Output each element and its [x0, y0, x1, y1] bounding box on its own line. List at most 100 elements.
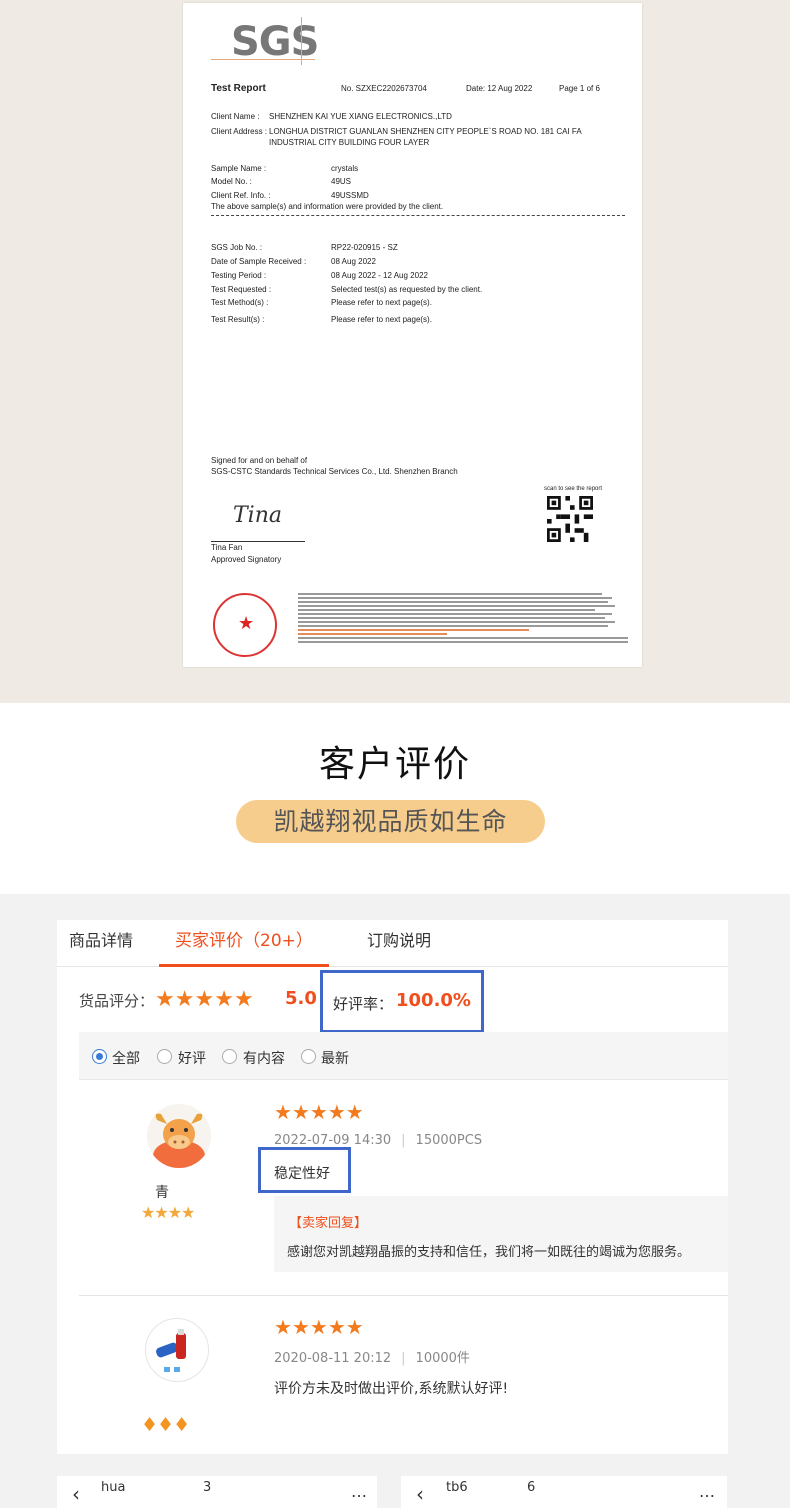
crown-star-icon: ★ [141, 1203, 155, 1222]
period-value: 08 Aug 2022 - 12 Aug 2022 [331, 271, 428, 280]
chat-name-suffix: 6 [527, 1480, 536, 1495]
job-no-value: RP22-020915 - SZ [331, 243, 398, 252]
bull-avatar-icon [153, 1113, 205, 1168]
rating-label: 货品评分： [79, 992, 155, 1010]
signature-line [211, 541, 305, 542]
seller-reply: 【卖家回复】 感谢您对凯越翔晶振的支持和信任，我们将一如既往的竭诚为您服务。 [274, 1196, 728, 1272]
requested-label: Test Requested : [211, 285, 272, 294]
tab-order-notes[interactable]: 订购说明 [367, 920, 431, 967]
review-stars: ★ ★ ★ ★ ★ [274, 1315, 364, 1339]
review-date: 2022-07-09 14:30 [274, 1133, 392, 1148]
chat-name: hua [101, 1480, 126, 1495]
star-icon: ★ [345, 1100, 364, 1124]
method-label: Test Method(s) : [211, 298, 269, 307]
sample-name-label: Sample Name : [211, 164, 267, 173]
filter-latest-label[interactable]: 最新 [321, 1048, 349, 1068]
star-icon: ★ [214, 987, 234, 1012]
chat-card[interactable]: ‹ hua 3 … [57, 1476, 377, 1508]
provided-note: The above sample(s) and information were… [211, 202, 444, 211]
filter-content-label[interactable]: 有内容 [243, 1048, 285, 1068]
qr-caption: scan to see the report [544, 486, 603, 492]
filter-content-radio[interactable] [222, 1049, 237, 1064]
model-label: Model No. : [211, 177, 252, 186]
more-icon[interactable]: … [351, 1482, 367, 1501]
star-icon: ★ [327, 1315, 346, 1339]
star-icon: ★ [345, 1315, 364, 1339]
product-avatar-icon [156, 1329, 186, 1372]
review-meta: 2020-08-11 20:12 | 10000件 [274, 1351, 470, 1366]
seller-reply-title: 【卖家回复】 [289, 1216, 368, 1231]
client-address-line2: INDUSTRIAL CITY BUILDING FOUR LAYER [269, 138, 430, 147]
tab-product-details[interactable]: 商品详情 [69, 920, 133, 967]
buyer-level-badges: ♦♦♦ [141, 1414, 190, 1436]
sample-name: crystals [331, 164, 359, 173]
review-username: 青 [155, 1185, 169, 1201]
review-divider [79, 1295, 728, 1296]
star-icon: ★ [274, 1100, 292, 1124]
avatar[interactable] [145, 1318, 209, 1382]
filter-good-radio[interactable] [157, 1049, 172, 1064]
crown-star-icon: ★ [154, 1203, 168, 1222]
avatar[interactable] [147, 1104, 211, 1168]
client-ref-label: Client Ref. Info. : [211, 191, 271, 200]
diamond-icon: ♦ [141, 1414, 158, 1436]
received-value: 08 Aug 2022 [331, 257, 376, 266]
star-icon: ★ [309, 1100, 328, 1124]
dashed-separator [211, 215, 625, 216]
crown-star-icon: ★ [167, 1203, 182, 1222]
star-icon: ★ [155, 987, 175, 1012]
filter-all-label[interactable]: 全部 [112, 1048, 140, 1068]
more-icon[interactable]: … [699, 1482, 715, 1501]
rating-score: 5.0 [285, 988, 317, 1009]
requested-value: Selected test(s) as requested by the cli… [331, 285, 483, 294]
star-icon: ★ [174, 987, 195, 1012]
logo-rule-vertical [301, 17, 302, 65]
qr-code-icon [547, 496, 593, 542]
method-value: Please refer to next page(s). [331, 298, 432, 307]
back-arrow-icon[interactable]: ‹ [416, 1482, 424, 1506]
company-seal: ★ [213, 593, 277, 657]
client-address-label: Client Address : [211, 127, 268, 136]
section-title: 客户评价 [318, 744, 471, 785]
report-title: Test Report [211, 83, 266, 94]
client-ref-value: 49USSMD [331, 191, 369, 200]
report-number: No. SZXEC2202673704 [341, 84, 427, 93]
good-rate-label: 好评率： [333, 995, 394, 1013]
good-rate-value: 100.0% [396, 990, 471, 1011]
logo-rule [211, 59, 315, 60]
period-label: Testing Period : [211, 271, 267, 280]
fine-print-block [298, 593, 628, 663]
review-stars: ★ ★ ★ ★ ★ [274, 1100, 364, 1124]
star-icon: ★ [291, 1315, 310, 1339]
review-date: 2020-08-11 20:12 [274, 1351, 392, 1366]
star-icon: ★ [274, 1315, 292, 1339]
sgs-test-report: SGS Test Report No. SZXEC2202673704 Date… [183, 3, 642, 667]
star-icon: ★ [309, 1315, 328, 1339]
result-label: Test Result(s) : [211, 315, 265, 324]
signing-company: SGS-CSTC Standards Technical Services Co… [211, 467, 458, 476]
tab-buyer-reviews[interactable]: 买家评价（20+） [159, 920, 329, 967]
crown-star-icon: ★ [181, 1203, 195, 1222]
filter-all-radio[interactable] [92, 1049, 107, 1064]
star-icon: ★ [194, 987, 215, 1012]
client-name-label: Client Name : [211, 112, 260, 121]
signature: Tina [233, 503, 282, 528]
chat-card[interactable]: ‹ tb6 6 … [401, 1476, 727, 1508]
star-icon: ★ [233, 987, 254, 1012]
filter-bar: 全部 好评 有内容 最新 [79, 1032, 728, 1080]
diamond-icon: ♦ [157, 1414, 174, 1436]
review-quantity: 10000件 [415, 1351, 470, 1366]
filter-latest-radio[interactable] [301, 1049, 316, 1064]
star-icon: ★ [327, 1100, 346, 1124]
back-arrow-icon[interactable]: ‹ [72, 1482, 80, 1506]
diamond-icon: ♦ [173, 1414, 190, 1436]
buyer-level-badges: ★★★★ [141, 1203, 195, 1222]
model-value: 49US [331, 177, 352, 186]
review-quantity: 15000PCS [415, 1133, 483, 1148]
review-content: 评价方未及时做出评价,系统默认好评! [274, 1381, 509, 1397]
received-label: Date of Sample Received : [211, 257, 307, 266]
star-icon: ★ [291, 1100, 310, 1124]
seal-star-icon: ★ [238, 613, 255, 633]
filter-good-label[interactable]: 好评 [178, 1048, 206, 1068]
signatory-title: Approved Signatory [211, 555, 282, 564]
